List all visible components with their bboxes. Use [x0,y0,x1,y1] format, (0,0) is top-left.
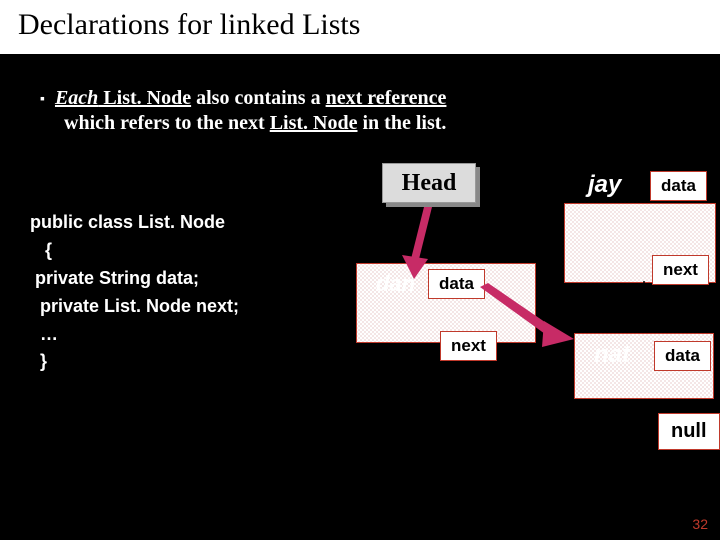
code-box: public class List. Node { private String… [26,203,336,382]
bullet-text-1: Each List. Node also contains a next ref… [55,84,446,112]
bullet-line2-listnode: List. Node [270,112,358,134]
arrow-jay-to-nat [639,281,649,333]
bullet-each: Each [55,87,98,109]
bullet-line2-suffix: in the list. [358,112,447,134]
code-l1: public class List. Node [30,209,332,237]
slide-title: Declarations for linked Lists [0,0,720,54]
node-dan-data-label: data [428,269,485,299]
node-dan-next-label: next [440,331,497,361]
code-l6: } [30,348,332,376]
code-l3: private String data; [30,265,332,293]
head-label: Head [382,163,476,203]
node-nat-value: nat [594,341,630,369]
bullet-listnode: List. Node [98,87,191,109]
code-l4: private List. Node next; [30,293,332,321]
content-area: ▪ Each List. Node also contains a next r… [0,54,720,493]
code-l2: { [30,237,332,265]
bullet-mid: also contains a [191,87,325,109]
null-label: null [658,413,720,450]
page-number: 32 [692,516,708,532]
bullet-next-ref: next reference [326,87,447,109]
node-jay-next-label: next [652,255,709,285]
bullet-text-2: which refers to the next List. Node in t… [64,112,690,135]
bullet-1: ▪ Each List. Node also contains a next r… [40,84,690,112]
node-nat-data-label: data [654,341,711,371]
node-jay-value: jay [588,171,621,199]
diagram-area: public class List. Node { private String… [40,163,690,493]
node-dan-value: dan [376,271,415,297]
node-jay-data-label: data [650,171,707,201]
code-l5: … [30,321,332,349]
bullet-marker-icon: ▪ [40,90,45,110]
bullet-line2-prefix: which refers to the next [64,112,270,134]
